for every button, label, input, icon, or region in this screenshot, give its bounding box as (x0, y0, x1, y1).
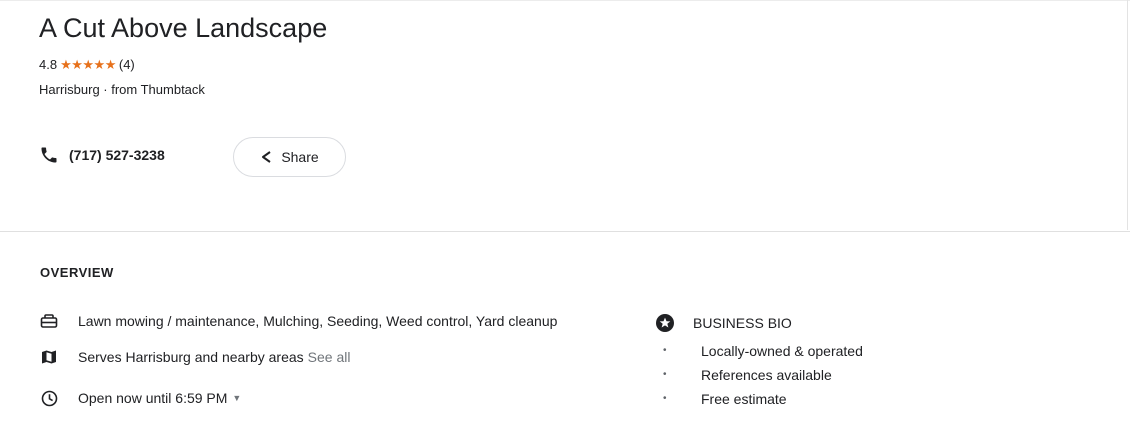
business-card: A Cut Above Landscape 4.8 ★★★★★ (4) Harr… (0, 0, 1130, 433)
bio-item-text: Locally-owned & operated (701, 343, 863, 359)
phone-icon (41, 147, 57, 163)
bullet: • (663, 345, 667, 356)
map-icon (40, 348, 58, 366)
business-bio-heading: BUSINESS BIO (693, 315, 792, 331)
business-bio-heading-row: BUSINESS BIO (655, 313, 792, 333)
share-button[interactable]: Share (233, 137, 346, 177)
share-label: Share (281, 149, 319, 165)
clock-icon (40, 389, 58, 407)
hours-text[interactable]: Open now until 6:59 PM (78, 390, 227, 406)
bullet: • (663, 393, 667, 404)
list-item: • Free estimate (663, 388, 863, 412)
bio-item-text: References available (701, 367, 832, 383)
business-title: A Cut Above Landscape (39, 13, 328, 43)
rating-row: 4.8 ★★★★★ (4) (39, 56, 135, 73)
service-area-row: Serves Harrisburg and nearby areas See a… (40, 348, 350, 366)
bullet: • (663, 369, 667, 380)
phone-row[interactable]: (717) 527-3238 (39, 145, 165, 165)
share-icon (262, 151, 271, 163)
overview-heading: OVERVIEW (40, 265, 114, 280)
rating-value: 4.8 (39, 57, 58, 72)
section-divider (0, 231, 1130, 232)
toolbox-icon (40, 312, 58, 330)
rating-stars: ★★★★★ (60, 57, 116, 72)
services-row: Lawn mowing / maintenance, Mulching, See… (40, 312, 557, 330)
services-text: Lawn mowing / maintenance, Mulching, See… (78, 313, 558, 329)
business-bio-list: • Locally-owned & operated • References av… (663, 340, 863, 412)
list-item: • Locally-owned & operated (663, 340, 863, 364)
bio-item-text: Free estimate (701, 391, 787, 407)
right-border (1127, 0, 1128, 230)
service-area-text: Serves Harrisburg and nearby areas (78, 349, 304, 365)
review-count[interactable]: (4) (119, 56, 135, 73)
hours-row[interactable]: Open now until 6:59 PM ▼ (40, 389, 241, 407)
star-badge-icon (656, 314, 674, 332)
chevron-down-icon[interactable]: ▼ (232, 393, 241, 403)
phone-number[interactable]: (717) 527-3238 (69, 147, 165, 163)
top-border (0, 0, 1130, 1)
list-item: • References available (663, 364, 863, 388)
see-all-link[interactable]: See all (308, 349, 351, 365)
location-source: Harrisburg · from Thumbtack (39, 82, 205, 97)
